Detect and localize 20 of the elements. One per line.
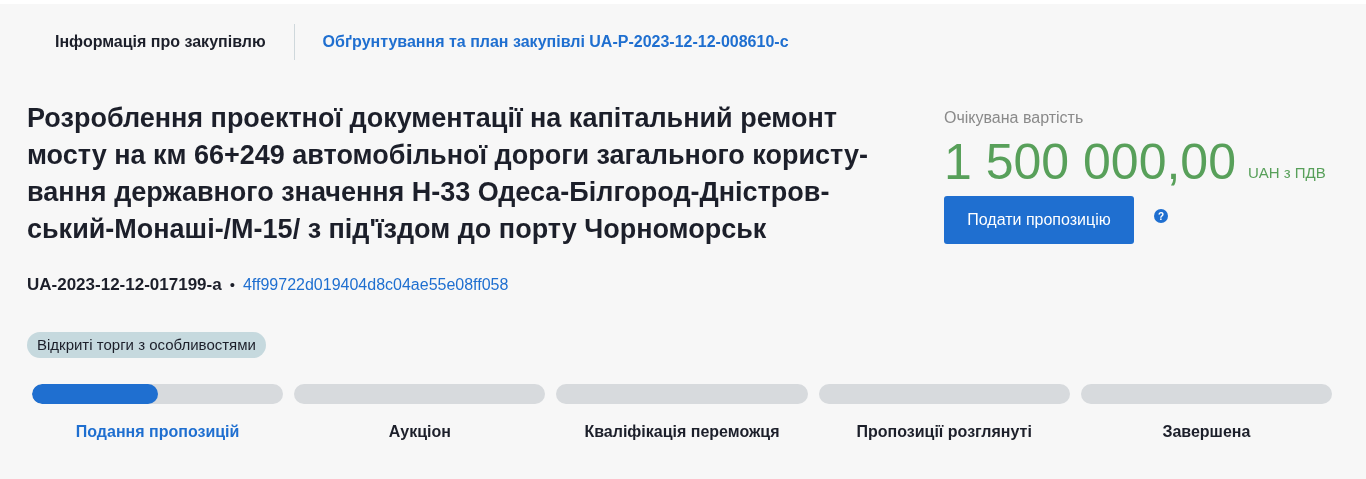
tender-title-line: Розроблення проектної документації на капітальний ремонт	[27, 102, 838, 135]
procedure-tag: Відкриті торги з особливостями	[27, 331, 266, 358]
amount: 1 500 000,00	[944, 134, 1236, 190]
value-label: Очікувана вартість	[944, 108, 1085, 128]
tender-title-line: вання державного значення Н-33 Одеса-Білгород-Дністров-	[27, 176, 831, 209]
separator: •	[229, 274, 235, 295]
currency: UAH з ПДВ	[1247, 162, 1326, 183]
hash-link[interactable]: 4ff99722d019404d8c04ae55e08ff058	[242, 272, 509, 297]
help-icon[interactable]: ?	[1154, 209, 1168, 223]
stage-label: Аукціон	[388, 422, 451, 442]
stage-label: Пропозиції розглянуті	[856, 422, 1032, 442]
submit-button[interactable]: Подати пропозицію	[944, 196, 1134, 244]
tender-title-line: мосту на км 66+249 автомобільної дороги загального користу-	[27, 139, 869, 172]
tab[interactable]: Обґрунтування та план закупівлі UA-P-2023-12-12-008610-c	[322, 30, 789, 54]
tender-title-line: ський-Монаші-/М-15/ з під'їздом до порту Чорноморськ	[27, 213, 768, 246]
stage-label: Завершена	[1162, 422, 1251, 442]
stage-label: Подання пропозицій	[75, 422, 240, 442]
tender-id: UA-2023-12-12-017199-a	[27, 274, 222, 296]
tab[interactable]: Інформація про закупівлю	[27, 30, 266, 54]
stage-label: Кваліфікація переможця	[584, 422, 780, 442]
